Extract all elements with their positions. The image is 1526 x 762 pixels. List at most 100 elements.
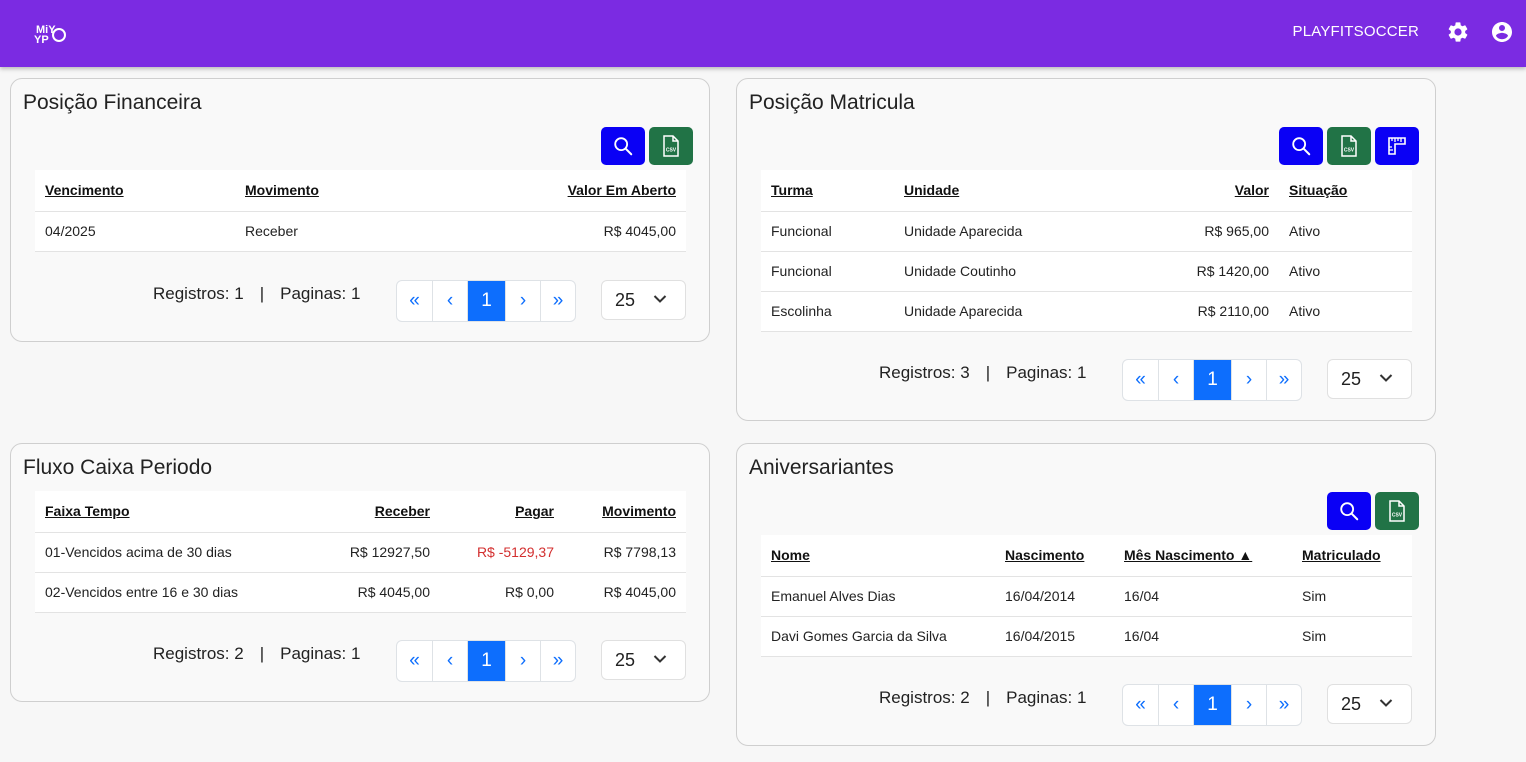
prev-page-button[interactable]: ‹ bbox=[432, 281, 467, 321]
page-button-current[interactable]: 1 bbox=[1193, 360, 1231, 400]
first-page-button[interactable]: « bbox=[397, 641, 432, 681]
column-header-valor-em-aberto[interactable]: Valor Em Aberto bbox=[465, 170, 686, 212]
cell-matriculado: Sim bbox=[1292, 576, 1412, 617]
next-page-button[interactable]: › bbox=[505, 641, 540, 681]
column-header-nome[interactable]: Nome bbox=[761, 535, 995, 577]
page-size-select[interactable]: 25 bbox=[1327, 684, 1412, 724]
card-title: Fluxo Caixa Periodo bbox=[23, 456, 213, 479]
cell-valor: R$ 4045,00 bbox=[465, 211, 686, 252]
page-size-value: 25 bbox=[615, 289, 636, 310]
ruler-icon bbox=[1388, 137, 1406, 155]
cell-turma: Funcional bbox=[761, 211, 894, 252]
ruler-button[interactable] bbox=[1375, 127, 1419, 165]
next-page-button[interactable]: › bbox=[1231, 360, 1266, 400]
last-page-button[interactable]: » bbox=[1266, 685, 1301, 725]
table-row: Funcional Unidade Aparecida R$ 965,00 At… bbox=[761, 211, 1412, 252]
column-header-situacao[interactable]: Situação bbox=[1279, 170, 1412, 212]
card-title: Aniversariantes bbox=[749, 456, 894, 479]
column-header-movimento[interactable]: Movimento bbox=[235, 170, 465, 212]
cell-pagar: R$ 0,00 bbox=[440, 572, 564, 613]
card-actions: CSV bbox=[1279, 127, 1419, 165]
page-button-current[interactable]: 1 bbox=[1193, 685, 1231, 725]
column-header-turma[interactable]: Turma bbox=[761, 170, 894, 212]
registros-count: Registros: 2 bbox=[879, 688, 970, 707]
chevron-down-icon bbox=[1379, 699, 1393, 707]
svg-text:CSV: CSV bbox=[1344, 148, 1355, 154]
first-page-button[interactable]: « bbox=[397, 281, 432, 321]
cell-situacao: Ativo bbox=[1279, 211, 1412, 252]
cell-valor: R$ 1420,00 bbox=[1134, 251, 1279, 292]
gear-icon[interactable] bbox=[1446, 20, 1470, 44]
cell-unidade: Unidade Coutinho bbox=[894, 251, 1134, 292]
next-page-button[interactable]: › bbox=[505, 281, 540, 321]
account-name[interactable]: PLAYFITSOCCER bbox=[1292, 23, 1419, 40]
last-page-button[interactable]: » bbox=[540, 281, 575, 321]
prev-page-button[interactable]: ‹ bbox=[432, 641, 467, 681]
column-header-unidade[interactable]: Unidade bbox=[894, 170, 1134, 212]
cell-nome: Davi Gomes Garcia da Silva bbox=[761, 616, 995, 657]
cell-faixa-tempo: 01-Vencidos acima de 30 dias bbox=[35, 532, 315, 573]
svg-text:CSV: CSV bbox=[1392, 513, 1403, 519]
card-title: Posição Financeira bbox=[23, 91, 202, 114]
cell-turma: Funcional bbox=[761, 251, 894, 292]
cell-receber: R$ 4045,00 bbox=[315, 572, 440, 613]
card-actions: CSV bbox=[1327, 492, 1419, 530]
page-button-current[interactable]: 1 bbox=[467, 281, 505, 321]
csv-icon: CSV bbox=[1341, 135, 1357, 157]
pager-info: Registros: 2 | Paginas: 1 bbox=[153, 644, 361, 663]
top-app-bar: MiY YP PLAYFITSOCCER bbox=[0, 0, 1526, 67]
column-header-matriculado[interactable]: Matriculado bbox=[1292, 535, 1412, 577]
pager-info: Registros: 3 | Paginas: 1 bbox=[879, 363, 1087, 382]
column-header-receber[interactable]: Receber bbox=[315, 491, 440, 533]
matricula-table: Turma Unidade Valor Situação Funcional U… bbox=[761, 170, 1412, 332]
cell-unidade: Unidade Aparecida bbox=[894, 211, 1134, 252]
column-header-pagar[interactable]: Pagar bbox=[440, 491, 564, 533]
table-row: Emanuel Alves Dias 16/04/2014 16/04 Sim bbox=[761, 576, 1412, 617]
card-fluxo-caixa-periodo: Fluxo Caixa Periodo Faixa Tempo Receber … bbox=[10, 443, 710, 702]
last-page-button[interactable]: » bbox=[540, 641, 575, 681]
column-header-movimento[interactable]: Movimento bbox=[564, 491, 686, 533]
export-csv-button[interactable]: CSV bbox=[1327, 127, 1371, 165]
search-icon bbox=[1292, 137, 1311, 156]
export-csv-button[interactable]: CSV bbox=[1375, 492, 1419, 530]
search-button[interactable] bbox=[1279, 127, 1323, 165]
cell-movimento: R$ 4045,00 bbox=[564, 572, 686, 613]
cell-matriculado: Sim bbox=[1292, 616, 1412, 657]
column-header-vencimento[interactable]: Vencimento bbox=[35, 170, 235, 212]
page-size-select[interactable]: 25 bbox=[601, 640, 686, 680]
registros-count: Registros: 1 bbox=[153, 284, 244, 303]
pagination: « ‹ 1 › » bbox=[1122, 359, 1302, 401]
cell-mes-nascimento: 16/04 bbox=[1114, 576, 1292, 617]
cell-unidade: Unidade Aparecida bbox=[894, 291, 1134, 332]
aniversariantes-table: Nome Nascimento Mês Nascimento ▲ Matricu… bbox=[761, 535, 1412, 657]
prev-page-button[interactable]: ‹ bbox=[1158, 685, 1193, 725]
first-page-button[interactable]: « bbox=[1123, 685, 1158, 725]
column-header-nascimento[interactable]: Nascimento bbox=[995, 535, 1114, 577]
page-size-select[interactable]: 25 bbox=[601, 280, 686, 320]
column-header-mes-nascimento[interactable]: Mês Nascimento ▲ bbox=[1114, 535, 1292, 577]
page-size-select[interactable]: 25 bbox=[1327, 359, 1412, 399]
column-header-valor[interactable]: Valor bbox=[1134, 170, 1279, 212]
app-logo[interactable]: MiY YP bbox=[34, 24, 70, 48]
page-size-value: 25 bbox=[1341, 693, 1362, 714]
table-row: 01-Vencidos acima de 30 dias R$ 12927,50… bbox=[35, 532, 686, 573]
prev-page-button[interactable]: ‹ bbox=[1158, 360, 1193, 400]
cell-nascimento: 16/04/2015 bbox=[995, 616, 1114, 657]
page-size-value: 25 bbox=[1341, 368, 1362, 389]
registros-count: Registros: 2 bbox=[153, 644, 244, 663]
export-csv-button[interactable]: CSV bbox=[649, 127, 693, 165]
next-page-button[interactable]: › bbox=[1231, 685, 1266, 725]
paginas-count: Paginas: 1 bbox=[280, 644, 361, 663]
first-page-button[interactable]: « bbox=[1123, 360, 1158, 400]
account-circle-icon[interactable] bbox=[1490, 20, 1514, 44]
cell-mes-nascimento: 16/04 bbox=[1114, 616, 1292, 657]
column-header-faixa-tempo[interactable]: Faixa Tempo bbox=[35, 491, 315, 533]
last-page-button[interactable]: » bbox=[1266, 360, 1301, 400]
cell-movimento: R$ 7798,13 bbox=[564, 532, 686, 573]
search-button[interactable] bbox=[1327, 492, 1371, 530]
card-aniversariantes: Aniversariantes CSV Nome Nascimento Mês … bbox=[736, 443, 1436, 746]
logo-cog-icon bbox=[52, 28, 66, 42]
page-button-current[interactable]: 1 bbox=[467, 641, 505, 681]
search-button[interactable] bbox=[601, 127, 645, 165]
chevron-down-icon bbox=[653, 655, 667, 663]
